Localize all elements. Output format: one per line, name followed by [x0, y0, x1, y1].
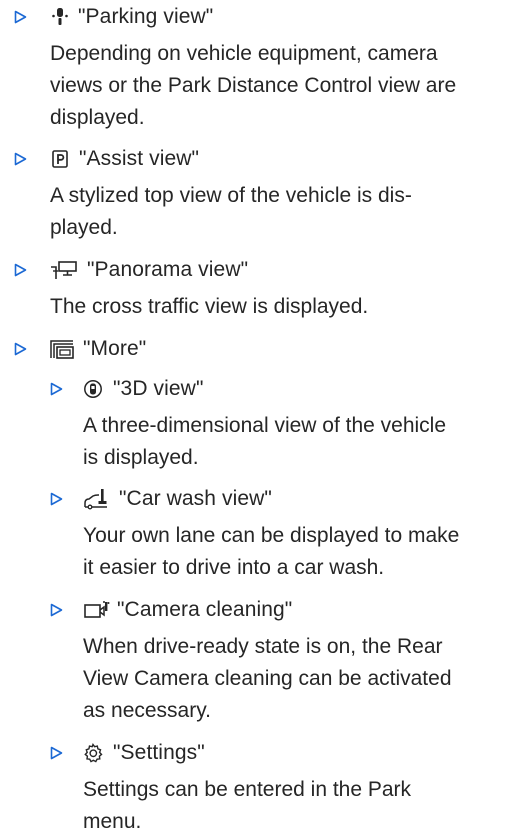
camera-cleaning-icon — [83, 599, 111, 621]
item-description: When drive-ready state is on, the Rear V… — [83, 631, 452, 727]
bullet-arrow-icon — [50, 746, 63, 760]
document-page: "Parking view" Depending on vehicle equi… — [0, 0, 505, 833]
description-line: views or the Park Distance Control view … — [50, 74, 457, 97]
list-item-header: "Car wash view" — [50, 484, 272, 514]
description-line: Depending on vehicle equipment, camera — [50, 42, 438, 65]
item-label: "Car wash view" — [119, 487, 272, 510]
more-icon — [49, 338, 75, 360]
description-line: Settings can be entered in the Park — [83, 778, 412, 801]
description-line: View Camera cleaning can be activated — [83, 667, 452, 690]
description-line: displayed. — [50, 106, 145, 129]
item-label: "3D view" — [113, 377, 204, 400]
description-line: played. — [50, 216, 118, 239]
settings-icon — [83, 743, 103, 763]
description-line: menu. — [83, 810, 142, 833]
bullet-arrow-icon — [14, 263, 27, 277]
description-line: A stylized top view of the vehicle is di… — [50, 184, 412, 207]
panorama-view-icon — [49, 259, 79, 281]
bullet-arrow-icon — [50, 603, 63, 617]
item-label: "More" — [83, 337, 147, 360]
parking-view-icon — [52, 7, 68, 27]
car-wash-view-icon — [83, 488, 111, 510]
item-description: Your own lane can be displayed to make i… — [83, 520, 459, 584]
3d-view-icon — [83, 379, 103, 399]
bullet-arrow-icon — [14, 342, 27, 356]
description-line: it easier to drive into a car wash. — [83, 556, 385, 579]
list-item-header: "Panorama view" — [14, 255, 248, 285]
item-description: A stylized top view of the vehicle is di… — [50, 180, 412, 244]
description-line: as necessary. — [83, 699, 211, 722]
item-description: A three-dimensional view of the vehicle … — [83, 410, 446, 474]
item-label: "Panorama view" — [87, 258, 249, 281]
bullet-arrow-icon — [50, 492, 63, 506]
item-label: "Assist view" — [79, 147, 200, 170]
item-label: "Camera cleaning" — [117, 598, 293, 621]
list-item-header: "Settings" — [50, 738, 205, 768]
assist-view-icon — [51, 149, 69, 169]
description-line: A three-dimensional view of the vehicle — [83, 414, 447, 437]
list-item-header: "3D view" — [50, 374, 204, 404]
item-label: "Parking view" — [78, 5, 214, 28]
bullet-arrow-icon — [14, 10, 27, 24]
item-description: Depending on vehicle equipment, camera v… — [50, 38, 456, 134]
description-line: When drive-ready state is on, the Rear — [83, 635, 443, 658]
bullet-arrow-icon — [50, 382, 63, 396]
item-label: "Settings" — [113, 741, 205, 764]
description-line: Your own lane can be displayed to make — [83, 524, 460, 547]
list-item-header: "More" — [14, 334, 146, 364]
description-line: is displayed. — [83, 446, 199, 469]
description-line: The cross traffic view is displayed. — [50, 295, 369, 318]
bullet-arrow-icon — [14, 152, 27, 166]
list-item-header: "Camera cleaning" — [50, 595, 292, 625]
item-description: The cross traffic view is displayed. — [50, 291, 368, 323]
list-item-header: "Parking view" — [14, 2, 213, 32]
list-item-header: "Assist view" — [14, 144, 199, 174]
